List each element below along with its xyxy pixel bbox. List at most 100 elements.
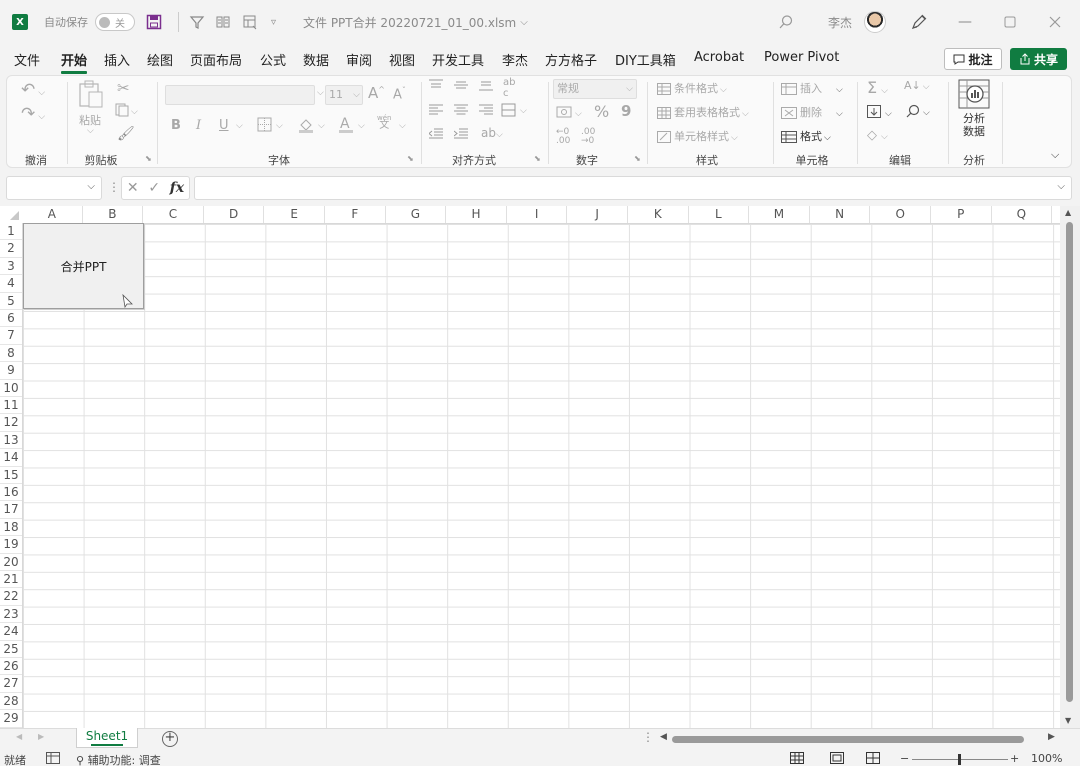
sort-filter-icon[interactable]: A↓ ⌵ xyxy=(904,79,930,92)
autosave-toggle[interactable]: 关 xyxy=(95,0,135,44)
row-header[interactable]: 3 xyxy=(0,257,22,276)
tab-fangfang[interactable]: 方方格子 xyxy=(545,50,597,69)
row-header[interactable]: 21 xyxy=(0,571,22,589)
fill-color-icon[interactable]: ⌵ xyxy=(298,117,328,136)
insert-function-icon[interactable]: fx xyxy=(170,180,184,196)
conditional-format-button[interactable]: 条件格式 ⌵ xyxy=(657,80,727,96)
row-header[interactable]: 22 xyxy=(0,588,22,606)
row-header[interactable]: 29 xyxy=(0,710,22,728)
merge-ppt-button[interactable]: 合并PPT xyxy=(23,223,144,309)
row-header[interactable]: 27 xyxy=(0,675,22,693)
tab-diy-toolbox[interactable]: DIY工具箱 xyxy=(615,50,676,69)
normal-view-icon[interactable] xyxy=(790,752,804,766)
decrease-decimal-icon[interactable]: .00 →0 xyxy=(581,128,595,146)
zoom-level[interactable]: 100% xyxy=(1031,752,1062,765)
formula-input[interactable]: ⌵ xyxy=(194,176,1072,200)
tab-power-pivot[interactable]: Power Pivot xyxy=(764,50,839,65)
cancel-icon[interactable]: ✕ xyxy=(127,180,139,196)
zoom-out-button[interactable]: − xyxy=(900,752,909,765)
fill-icon[interactable]: ⌵ xyxy=(867,105,895,122)
comments-button[interactable]: 批注 xyxy=(944,48,1002,70)
column-header[interactable]: M xyxy=(749,206,810,223)
merge-center-icon[interactable]: ⌵ xyxy=(501,103,531,120)
column-header[interactable]: Q xyxy=(991,206,1053,223)
row-header[interactable]: 19 xyxy=(0,536,22,554)
column-header[interactable]: P xyxy=(931,206,992,223)
column-header[interactable]: L xyxy=(688,206,750,223)
avatar[interactable] xyxy=(864,0,886,44)
row-header[interactable]: 18 xyxy=(0,518,22,537)
font-name-combo[interactable] xyxy=(165,85,315,105)
orientation-icon[interactable]: ab⌵ xyxy=(481,126,503,140)
analyze-data-icon[interactable] xyxy=(958,79,990,112)
paste-dropdown-icon[interactable]: ⌵ xyxy=(87,126,94,136)
prev-sheet-icon[interactable]: ◀ xyxy=(16,732,22,741)
row-header[interactable]: 1 xyxy=(0,223,22,241)
decrease-indent-icon[interactable] xyxy=(428,128,443,143)
accessibility-status[interactable]: ⚲ 辅助功能: 调查 xyxy=(76,752,161,766)
scroll-down-icon[interactable]: ▼ xyxy=(1065,716,1071,725)
expand-formula-icon[interactable]: ⌵ xyxy=(1057,181,1065,192)
increase-indent-icon[interactable] xyxy=(453,128,468,143)
row-header[interactable]: 23 xyxy=(0,605,22,624)
align-right-icon[interactable] xyxy=(479,104,493,119)
number-format-combo[interactable]: 常规 ⌵ xyxy=(553,79,637,99)
row-header[interactable]: 16 xyxy=(0,484,22,502)
insert-cells-button[interactable]: 插入 ⌵ xyxy=(781,80,843,96)
align-center-icon[interactable] xyxy=(454,104,468,119)
row-header[interactable]: 28 xyxy=(0,692,22,711)
row-header[interactable]: 20 xyxy=(0,553,22,571)
row-header[interactable]: 12 xyxy=(0,414,22,432)
tab-insert[interactable]: 插入 xyxy=(104,50,130,69)
scroll-up-icon[interactable]: ▲ xyxy=(1065,208,1071,217)
font-launcher-icon[interactable]: ⬊ xyxy=(407,154,414,163)
row-header[interactable]: 26 xyxy=(0,658,22,676)
format-cells-button[interactable]: 格式 ⌵ xyxy=(781,128,831,144)
find-select-icon[interactable]: ⌵ xyxy=(905,104,933,123)
collapse-ribbon-icon[interactable]: ⌵ xyxy=(1051,148,1059,162)
row-header[interactable]: 24 xyxy=(0,623,22,641)
font-color-icon[interactable]: A ⌵ xyxy=(338,116,368,137)
horizontal-scroll-thumb[interactable] xyxy=(672,736,1024,743)
scroll-left-icon[interactable]: ◀ xyxy=(660,732,667,742)
border-icon[interactable]: ⌵ xyxy=(257,117,287,136)
analyze-data-label[interactable]: 分析 数据 xyxy=(963,112,985,138)
tab-data[interactable]: 数据 xyxy=(303,50,329,69)
tab-user[interactable]: 李杰 xyxy=(502,50,528,69)
column-header[interactable]: J xyxy=(567,206,628,223)
bold-icon[interactable]: B xyxy=(171,118,181,133)
form-icon[interactable] xyxy=(242,0,258,44)
number-launcher-icon[interactable]: ⬊ xyxy=(634,154,641,163)
name-box[interactable]: ⌵ xyxy=(6,176,102,200)
tab-file[interactable]: 文件 xyxy=(14,50,40,69)
macro-record-icon[interactable] xyxy=(46,752,60,766)
more-icon[interactable]: ⋮ xyxy=(108,180,120,194)
font-size-combo[interactable]: 11 ⌵ xyxy=(325,85,363,105)
tab-home[interactable]: 开始 xyxy=(61,50,88,74)
next-sheet-icon[interactable]: ▶ xyxy=(38,732,44,741)
cell-styles-button[interactable]: 单元格样式 ⌵ xyxy=(657,128,738,144)
worksheet-grid[interactable]: ABCDEFGHIJKLMNOPQ 1 2 3 4 5 6 7 8 9 10 11 12 13 14 15 1… xyxy=(0,206,1080,728)
row-header[interactable]: 2 xyxy=(0,240,22,258)
increase-font-icon[interactable]: A^ xyxy=(368,84,385,102)
tab-formulas[interactable]: 公式 xyxy=(260,50,286,69)
column-header[interactable]: K xyxy=(628,206,689,223)
filter-icon[interactable] xyxy=(189,0,205,44)
phonetic-icon[interactable]: wén 文 xyxy=(377,114,391,131)
page-layout-view-icon[interactable] xyxy=(830,752,844,766)
column-header[interactable]: C xyxy=(143,206,204,223)
enter-icon[interactable]: ✓ xyxy=(148,180,160,196)
clipboard-launcher-icon[interactable]: ⬊ xyxy=(145,154,152,163)
row-header[interactable]: 6 xyxy=(0,310,22,328)
column-header[interactable]: I xyxy=(506,206,568,223)
row-header[interactable]: 11 xyxy=(0,397,22,415)
align-bottom-icon[interactable] xyxy=(479,79,493,94)
zoom-in-button[interactable]: + xyxy=(1010,752,1019,765)
customize-qat-icon[interactable]: ▿ xyxy=(271,0,276,44)
maximize-icon[interactable] xyxy=(1004,0,1016,44)
paste-icon[interactable] xyxy=(77,80,105,113)
column-header[interactable]: O xyxy=(870,206,931,223)
column-header[interactable]: H xyxy=(446,206,507,223)
delete-cells-button[interactable]: 删除 ⌵ xyxy=(781,104,843,120)
tab-developer[interactable]: 开发工具 xyxy=(432,50,484,69)
